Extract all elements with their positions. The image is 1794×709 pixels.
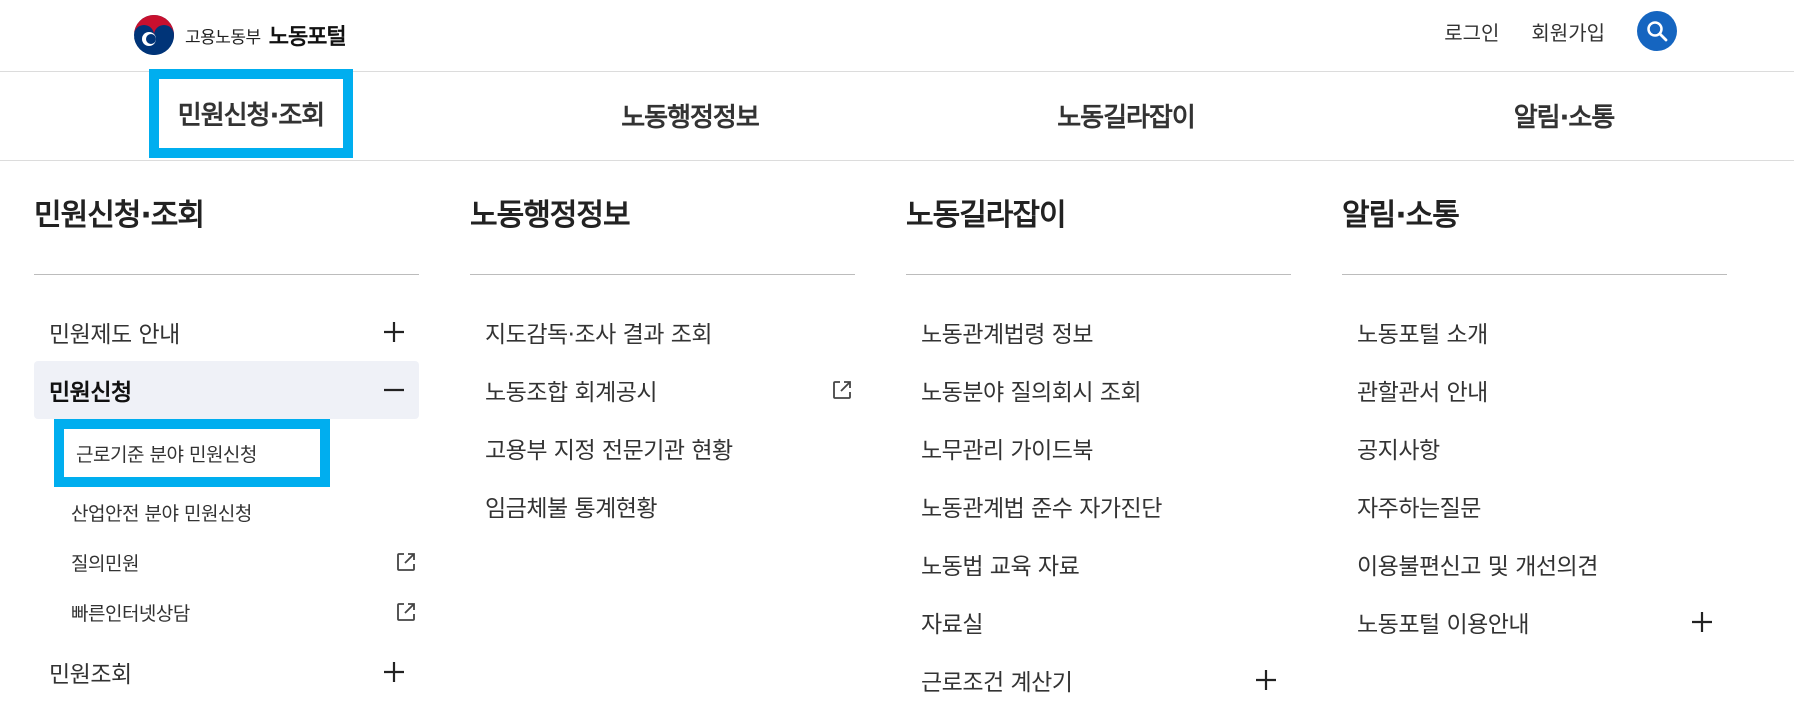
mega-menu-column-labor-guide: 노동길라잡이 노동관계법령 정보 노동분야 질의회시 조회 노무관리 가이드북 … <box>906 160 1291 709</box>
menu-item-label: 노무관리 가이드북 <box>921 438 1094 464</box>
menu-item-self-diagnosis[interactable]: 노동관계법 준수 자가진단 <box>906 477 1291 535</box>
column-title: 노동행정정보 <box>470 160 855 275</box>
menu-item-label: 고용부 지정 전문기관 현황 <box>485 438 733 464</box>
gnb-tab-notice[interactable]: 알림·소통 <box>1464 71 1664 160</box>
search-icon <box>1647 21 1668 42</box>
search-button[interactable] <box>1637 11 1677 51</box>
menu-item-petition-apply[interactable]: 민원신청 <box>34 361 419 419</box>
menu-item-label: 이용불편신고 및 개선의견 <box>1357 554 1598 580</box>
plus-icon[interactable] <box>383 321 405 343</box>
menu-item-working-conditions-calculator[interactable]: 근로조건 계산기 <box>906 651 1291 709</box>
menu-item-label: 민원조회 <box>49 662 132 688</box>
menu-item-label: 지도감독·조사 결과 조회 <box>485 322 713 348</box>
menu-item-usage-guide[interactable]: 노동포털 이용안내 <box>1342 593 1727 651</box>
menu-item-labor-inquiry-replies[interactable]: 노동분야 질의회시 조회 <box>906 361 1291 419</box>
menu-item-wage-arrears-stats[interactable]: 임금체불 통계현황 <box>470 477 855 535</box>
gnb-tab-labor-admin[interactable]: 노동행정정보 <box>590 71 790 160</box>
external-link-icon <box>833 381 851 399</box>
mega-menu-column-labor-admin: 노동행정정보 지도감독·조사 결과 조회 노동조합 회계공시 고용부 지정 전문… <box>470 160 855 535</box>
menu-item-label: 임금체불 통계현황 <box>485 496 658 522</box>
global-nav: 민원신청·조회 노동행정정보 노동길라잡이 알림·소통 <box>0 69 1794 161</box>
submenu-list: 근로기준 분야 민원신청 산업안전 분야 민원신청 질의민원 빠른인터넷상담 <box>34 419 419 637</box>
external-link-icon <box>397 603 415 621</box>
menu-item-label: 노동관계법령 정보 <box>921 322 1094 348</box>
submenu-container: 근로기준 분야 민원신청 산업안전 분야 민원신청 질의민원 빠른인터넷상담 <box>34 419 419 637</box>
utility-nav: 로그인 회원가입 <box>1444 11 1677 51</box>
submenu-item-labor-standards[interactable]: 근로기준 분야 민원신청 <box>54 419 330 487</box>
menu-item-label: 민원신청 <box>49 380 132 406</box>
menu-item-labor-law-info[interactable]: 노동관계법령 정보 <box>906 303 1291 361</box>
site-logo[interactable]: 고용노동부 노동포털 <box>133 13 347 57</box>
ministry-name: 고용노동부 <box>185 27 261 48</box>
menu-item-label: 관할관서 안내 <box>1357 380 1488 406</box>
menu-item-label: 근로조건 계산기 <box>921 670 1073 696</box>
submenu-item-label: 산업안전 분야 민원신청 <box>71 502 252 525</box>
submenu-item-industrial-safety[interactable]: 산업안전 분야 민원신청 <box>34 487 419 537</box>
menu-item-label: 자료실 <box>921 612 983 638</box>
column-title: 민원신청·조회 <box>34 160 419 275</box>
menu-list: 민원제도 안내 민원신청 근로기준 분야 민원신청 산업안전 분야 민원신청 질… <box>34 303 419 701</box>
menu-item-label: 노동법 교육 자료 <box>921 554 1080 580</box>
plus-icon[interactable] <box>383 661 405 683</box>
plus-icon[interactable] <box>1255 669 1277 691</box>
menu-item-label: 노동포털 이용안내 <box>1357 612 1530 638</box>
gnb-tab-civil-petition[interactable]: 민원신청·조회 <box>149 69 353 158</box>
menu-list: 노동관계법령 정보 노동분야 질의회시 조회 노무관리 가이드북 노동관계법 준… <box>906 303 1291 709</box>
menu-item-petition-guide[interactable]: 민원제도 안내 <box>34 303 419 361</box>
menu-list: 노동포털 소개 관할관서 안내 공지사항 자주하는질문 이용불편신고 및 개선의… <box>1342 303 1727 651</box>
menu-item-label: 자주하는질문 <box>1357 496 1481 522</box>
login-link[interactable]: 로그인 <box>1444 17 1499 46</box>
menu-item-hr-guidebook[interactable]: 노무관리 가이드북 <box>906 419 1291 477</box>
column-title: 알림·소통 <box>1342 160 1727 275</box>
menu-item-portal-intro[interactable]: 노동포털 소개 <box>1342 303 1727 361</box>
menu-item-union-accounting[interactable]: 노동조합 회계공시 <box>470 361 855 419</box>
menu-list: 지도감독·조사 결과 조회 노동조합 회계공시 고용부 지정 전문기관 현황 임… <box>470 303 855 535</box>
menu-item-feedback[interactable]: 이용불편신고 및 개선의견 <box>1342 535 1727 593</box>
submenu-item-online-consult[interactable]: 빠른인터넷상담 <box>34 587 419 637</box>
submenu-item-inquiry[interactable]: 질의민원 <box>34 537 419 587</box>
submenu-item-label: 빠른인터넷상담 <box>71 602 190 625</box>
menu-item-notices[interactable]: 공지사항 <box>1342 419 1727 477</box>
menu-item-label: 민원제도 안내 <box>49 322 180 348</box>
menu-item-designated-agencies[interactable]: 고용부 지정 전문기관 현황 <box>470 419 855 477</box>
menu-item-label: 노동관계법 준수 자가진단 <box>921 496 1162 522</box>
taegeuk-logo-icon <box>134 15 174 55</box>
external-link-icon <box>397 553 415 571</box>
menu-item-label: 노동분야 질의회시 조회 <box>921 380 1142 406</box>
portal-name: 노동포털 <box>268 25 347 50</box>
menu-item-label: 노동포털 소개 <box>1357 322 1488 348</box>
submenu-item-label: 질의민원 <box>71 552 139 575</box>
menu-item-resource-room[interactable]: 자료실 <box>906 593 1291 651</box>
menu-item-label: 공지사항 <box>1357 438 1440 464</box>
menu-item-faq[interactable]: 자주하는질문 <box>1342 477 1727 535</box>
minus-icon[interactable] <box>383 379 405 401</box>
mega-menu-column-civil: 민원신청·조회 민원제도 안내 민원신청 근로기준 분야 민원신청 산업안전 분… <box>34 160 419 701</box>
menu-item-petition-status[interactable]: 민원조회 <box>34 643 419 701</box>
plus-icon[interactable] <box>1691 611 1713 633</box>
menu-item-office-directory[interactable]: 관할관서 안내 <box>1342 361 1727 419</box>
signup-link[interactable]: 회원가입 <box>1531 17 1605 46</box>
menu-item-inspection-results[interactable]: 지도감독·조사 결과 조회 <box>470 303 855 361</box>
column-title: 노동길라잡이 <box>906 160 1291 275</box>
gnb-tab-labor-guide[interactable]: 노동길라잡이 <box>1026 71 1226 160</box>
menu-item-label: 노동조합 회계공시 <box>485 380 658 406</box>
menu-item-education-materials[interactable]: 노동법 교육 자료 <box>906 535 1291 593</box>
mega-menu-column-notice: 알림·소통 노동포털 소개 관할관서 안내 공지사항 자주하는질문 이용불편신고… <box>1342 160 1727 651</box>
site-header: 고용노동부 노동포털 로그인 회원가입 <box>0 0 1794 72</box>
